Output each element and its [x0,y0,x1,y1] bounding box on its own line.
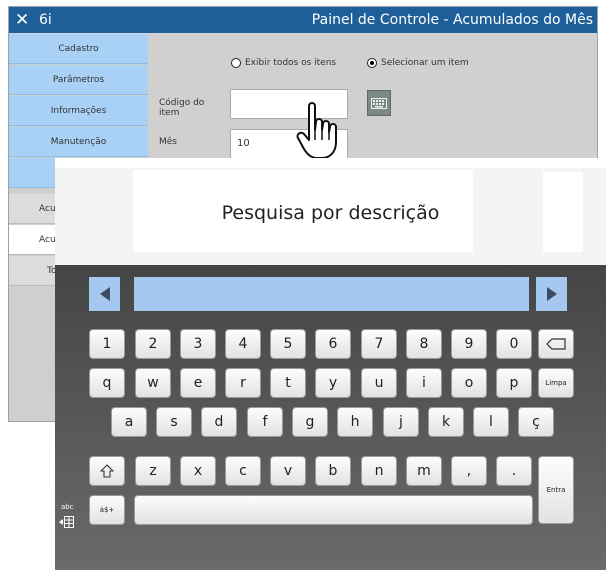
window-title: Painel de Controle - Acumulados do Mês [311,12,593,28]
radio-show-all[interactable]: Exibir todos os itens [231,58,336,68]
right-arrow-button[interactable] [536,277,567,311]
backspace-key[interactable] [538,329,574,359]
key-e[interactable]: e [180,368,216,398]
app-name: 6i [39,12,52,28]
keyboard-button[interactable] [367,90,391,116]
key-i[interactable]: i [406,368,442,398]
key-4[interactable]: 4 [225,329,261,359]
shift-icon [100,464,114,478]
space-key[interactable] [134,495,533,525]
search-title: Pesquisa por descrição [221,202,440,224]
key-period[interactable]: . [496,456,532,486]
key-1[interactable]: 1 [89,329,125,359]
search-input[interactable] [134,277,529,311]
key-c-cedilla[interactable]: ç [518,407,554,437]
sidebar-item-cadastro[interactable]: Cadastro [9,34,148,64]
key-h[interactable]: h [337,407,373,437]
keyboard-overlay: Pesquisa por descrição 1 2 3 4 5 6 7 8 9… [55,158,606,570]
key-2[interactable]: 2 [135,329,171,359]
key-n[interactable]: n [361,456,397,486]
header-strip [55,158,606,168]
mes-label: Mês [159,137,177,147]
key-6[interactable]: 6 [315,329,351,359]
enter-key[interactable]: Entra [538,456,574,524]
key-l[interactable]: l [473,407,509,437]
key-8[interactable]: 8 [406,329,442,359]
key-9[interactable]: 9 [451,329,487,359]
radio-select-one[interactable]: Selecionar um item [367,58,469,68]
sidebar-item-label: Manutenção [50,136,107,147]
abc-label: abc [61,503,74,511]
key-u[interactable]: u [361,368,397,398]
key-c[interactable]: c [225,456,261,486]
title-bar: ✕ 6i Painel de Controle - Acumulados do … [9,7,597,33]
key-t[interactable]: t [270,368,306,398]
key-j[interactable]: j [383,407,419,437]
close-icon[interactable]: ✕ [15,9,29,31]
key-q[interactable]: q [89,368,125,398]
key-g[interactable]: g [292,407,328,437]
key-k[interactable]: k [428,407,464,437]
key-r[interactable]: r [225,368,261,398]
left-arrow-button[interactable] [89,277,120,311]
sidebar-item-label: Cadastro [58,43,99,54]
sidebar-item-label: Acu [39,203,56,214]
sidebar-item-informacoes[interactable]: Informações [9,96,148,126]
key-s[interactable]: s [156,407,192,437]
key-o[interactable]: o [451,368,487,398]
key-v[interactable]: v [270,456,306,486]
sidebar-item-label: Acu [39,234,56,245]
keyboard-icon [371,97,387,109]
radio-dot-selected [367,58,377,68]
key-m[interactable]: m [406,456,442,486]
key-0[interactable]: 0 [496,329,532,359]
codigo-label: Código do item [159,98,205,118]
clear-key[interactable]: Limpa [538,368,574,398]
key-x[interactable]: x [180,456,216,486]
sidebar-item-label: Informações [50,105,107,116]
key-f[interactable]: f [247,407,283,437]
key-w[interactable]: w [135,368,171,398]
key-y[interactable]: y [315,368,351,398]
right-arrow-icon [546,287,557,301]
radio-label: Selecionar um item [381,58,469,68]
layout-switch-icon[interactable] [59,515,75,529]
key-d[interactable]: d [201,407,237,437]
backspace-icon [546,338,566,350]
overlay-header: Pesquisa por descrição [55,158,606,265]
radio-dot [231,58,241,68]
key-7[interactable]: 7 [361,329,397,359]
key-p[interactable]: p [496,368,532,398]
key-z[interactable]: z [135,456,171,486]
hand-cursor-icon [296,102,337,159]
key-comma[interactable]: , [451,456,487,486]
key-5[interactable]: 5 [270,329,306,359]
shift-key[interactable] [89,456,125,486]
sidebar-item-parametros[interactable]: Parâmetros [9,65,148,95]
virtual-keyboard: 1 2 3 4 5 6 7 8 9 0 q w e r t y u i o p … [55,265,606,570]
key-a[interactable]: a [111,407,147,437]
sidebar-item-manutencao[interactable]: Manutenção [9,127,148,157]
symbols-key[interactable]: á$+ [89,495,125,525]
radio-label: Exibir todos os itens [245,58,337,68]
key-b[interactable]: b [315,456,351,486]
left-arrow-icon [99,287,110,301]
sidebar-item-label: Parâmetros [52,74,105,85]
key-3[interactable]: 3 [180,329,216,359]
